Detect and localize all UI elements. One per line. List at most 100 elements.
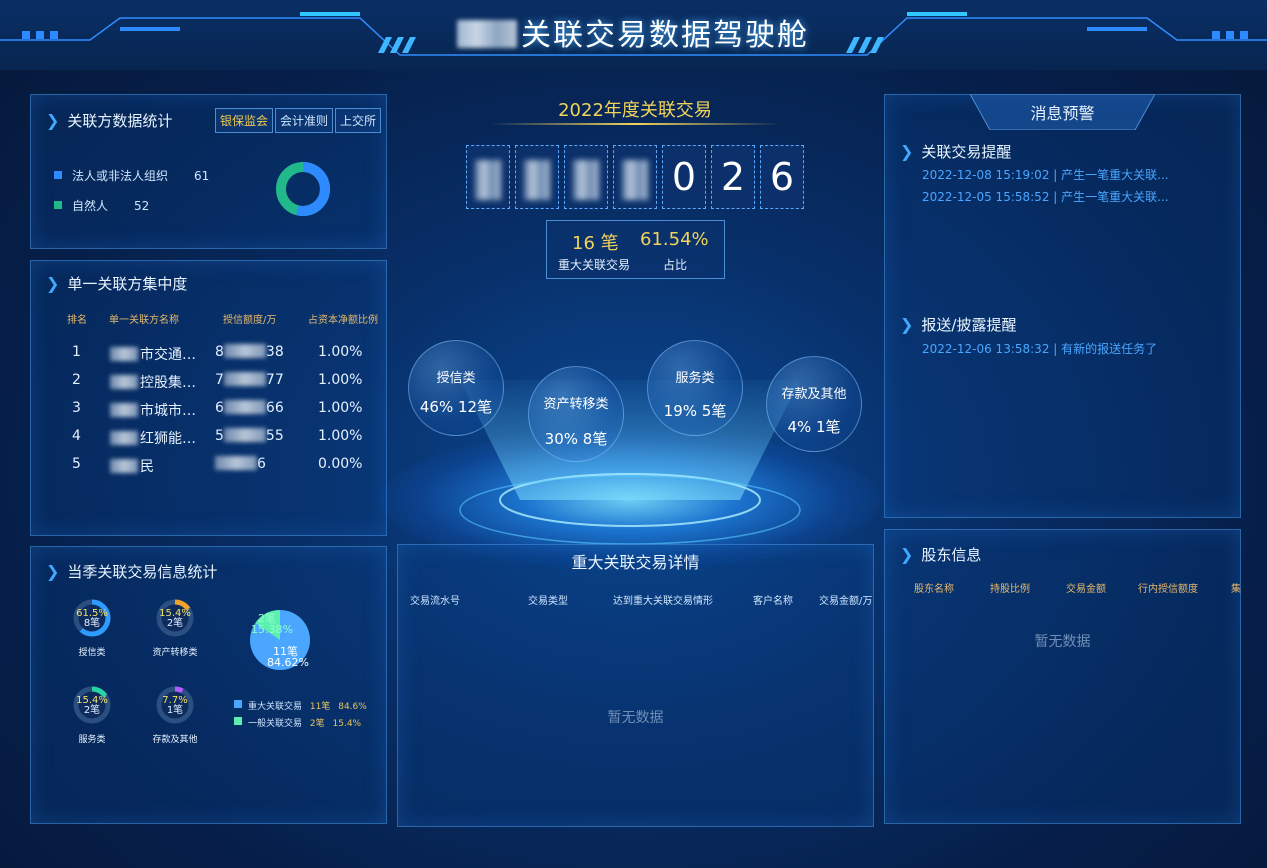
bubble-deposit[interactable]: 存款及其他 4% 1笔 bbox=[766, 356, 862, 452]
pie-legend-major: 重大关联交易 11笔 84.6% bbox=[234, 699, 367, 712]
col-ratio: 占资本净额比例 bbox=[308, 315, 378, 326]
th-situation: 达到重大关联交易情形 bbox=[613, 596, 713, 607]
th-holder-name: 股东名称 bbox=[914, 584, 954, 595]
table-row[interactable]: 2 控股集… 7 77 1.00% bbox=[30, 372, 387, 394]
season-donut: 15.4% 2笔 资产转移类 bbox=[152, 598, 198, 658]
th-credit-limit: 行内授信额度 bbox=[1138, 584, 1198, 595]
chevron-right-icon: ❯ bbox=[46, 562, 60, 581]
redacted-amount bbox=[215, 456, 257, 470]
donut-label: 存款及其他 bbox=[152, 735, 198, 745]
row-rank: 4 bbox=[72, 428, 81, 444]
tab-sse[interactable]: 上交所 bbox=[335, 108, 382, 133]
row-name: 市交通… bbox=[110, 344, 215, 364]
table-row[interactable]: 1 市交通… 8 38 1.00% bbox=[30, 344, 387, 366]
alerts-title: 消息预警 bbox=[1030, 104, 1095, 123]
season-donut: 7.7% 1笔 存款及其他 bbox=[152, 685, 198, 745]
row-amount: 8 38 bbox=[215, 344, 284, 360]
row-ratio: 1.00% bbox=[318, 344, 363, 360]
row-rank: 2 bbox=[72, 372, 81, 388]
page-title: 关联交易数据驾驶舱 bbox=[453, 10, 813, 54]
pie-big-pct: 84.62% bbox=[267, 656, 309, 669]
th-serial: 交易流水号 bbox=[410, 596, 460, 607]
row-rank: 3 bbox=[72, 400, 81, 416]
tab-accounting[interactable]: 会计准则 bbox=[275, 108, 334, 133]
major-detail-panel bbox=[397, 544, 874, 827]
row-name: 控股集… bbox=[110, 372, 215, 392]
row-ratio: 1.00% bbox=[318, 428, 363, 444]
th-amount: 交易金额/万 bbox=[819, 596, 873, 607]
alerts-section1-title: ❯ 关联交易提醒 bbox=[900, 142, 1012, 161]
redacted-name bbox=[110, 403, 138, 417]
donut-count: 2笔 bbox=[166, 618, 184, 629]
row-ratio: 1.00% bbox=[318, 372, 363, 388]
th-trade-amount: 交易金额 bbox=[1066, 584, 1106, 595]
shareholders-empty: 暂无数据 bbox=[1034, 634, 1091, 650]
donut-count: 8笔 bbox=[83, 618, 101, 629]
major-ratio: 61.54% bbox=[640, 229, 709, 250]
season-donut: 15.4% 2笔 服务类 bbox=[72, 685, 112, 745]
digit-redacted bbox=[564, 145, 608, 209]
shareholders-panel bbox=[884, 529, 1241, 824]
redacted-logo bbox=[457, 20, 517, 48]
bubble-service[interactable]: 服务类 19% 5笔 bbox=[647, 340, 743, 436]
redacted-name bbox=[110, 459, 138, 473]
row-amount: 5 55 bbox=[215, 428, 284, 444]
table-row[interactable]: 3 市城市… 6 66 1.00% bbox=[30, 400, 387, 422]
legend-org: 法人或非法人组织 61 bbox=[54, 167, 209, 184]
tab-cbirc[interactable]: 银保监会 bbox=[215, 108, 274, 133]
row-amount: 7 77 bbox=[215, 372, 284, 388]
alert-item[interactable]: 2022-12-08 15:19:02 | 产生一笔重大关联... bbox=[922, 166, 1169, 183]
row-amount: 6 bbox=[215, 456, 266, 472]
alert-item[interactable]: 2022-12-05 15:58:52 | 产生一笔重大关联... bbox=[922, 188, 1169, 205]
digit-2: 6 bbox=[760, 145, 804, 209]
redacted-amount bbox=[223, 344, 266, 358]
row-ratio: 1.00% bbox=[318, 400, 363, 416]
redacted-name bbox=[110, 375, 138, 389]
donut-label: 授信类 bbox=[78, 648, 106, 658]
row-rank: 1 bbox=[72, 344, 81, 360]
table-row[interactable]: 4 红狮能… 5 55 1.00% bbox=[30, 428, 387, 450]
row-name: 红狮能… bbox=[110, 428, 215, 448]
chevron-right-icon: ❯ bbox=[900, 315, 914, 334]
redacted-name bbox=[110, 431, 138, 445]
shareholders-title: ❯ 股东信息 bbox=[900, 545, 982, 564]
major-detail-title: 重大关联交易详情 bbox=[571, 553, 700, 572]
major-count: 16 笔 bbox=[572, 233, 619, 254]
donut-count: 1笔 bbox=[166, 705, 184, 716]
digit-redacted bbox=[515, 145, 559, 209]
row-ratio: 0.00% bbox=[318, 456, 363, 472]
legend-person-swatch bbox=[54, 201, 62, 209]
col-amount: 授信额度/万 bbox=[223, 315, 277, 326]
header-dots-left bbox=[22, 24, 64, 43]
redacted-amount bbox=[223, 400, 266, 414]
redacted-name bbox=[110, 347, 138, 361]
bubble-asset-transfer[interactable]: 资产转移类 30% 8笔 bbox=[528, 366, 624, 462]
th-type: 交易类型 bbox=[528, 596, 568, 607]
table-row[interactable]: 5 民 6 0.00% bbox=[30, 456, 387, 478]
report-item[interactable]: 2022-12-06 13:58:32 | 有新的报送任务了 bbox=[922, 340, 1157, 357]
th-customer: 客户名称 bbox=[753, 596, 793, 607]
digit-redacted bbox=[466, 145, 510, 209]
row-name: 市城市… bbox=[110, 400, 215, 420]
row-rank: 5 bbox=[72, 456, 81, 472]
redacted-amount bbox=[223, 428, 266, 442]
bubble-credit[interactable]: 授信类 46% 12笔 bbox=[408, 340, 504, 436]
th-holding-ratio: 持股比例 bbox=[990, 584, 1030, 595]
header-stripes-left bbox=[378, 37, 416, 53]
related-stats-title: ❯ 关联方数据统计 bbox=[46, 111, 173, 130]
major-count-label: 重大关联交易 bbox=[558, 258, 631, 272]
season-donut: 61.5% 8笔 授信类 bbox=[72, 598, 112, 658]
pie-legend-minor: 一般关联交易 2笔 15.4% bbox=[234, 716, 361, 729]
chevron-right-icon: ❯ bbox=[46, 111, 60, 130]
donut-label: 资产转移类 bbox=[152, 648, 198, 658]
redacted-amount bbox=[223, 372, 266, 386]
counter-digits: 0 2 6 bbox=[466, 145, 804, 209]
concentration-panel bbox=[30, 260, 387, 536]
col-rank: 排名 bbox=[67, 315, 87, 326]
header-dots-right bbox=[1212, 24, 1254, 43]
row-name: 民 bbox=[110, 456, 215, 476]
chevron-right-icon: ❯ bbox=[46, 274, 60, 293]
legend-org-swatch bbox=[54, 171, 62, 179]
major-detail-empty: 暂无数据 bbox=[607, 710, 664, 726]
donut-count: 2笔 bbox=[83, 705, 101, 716]
